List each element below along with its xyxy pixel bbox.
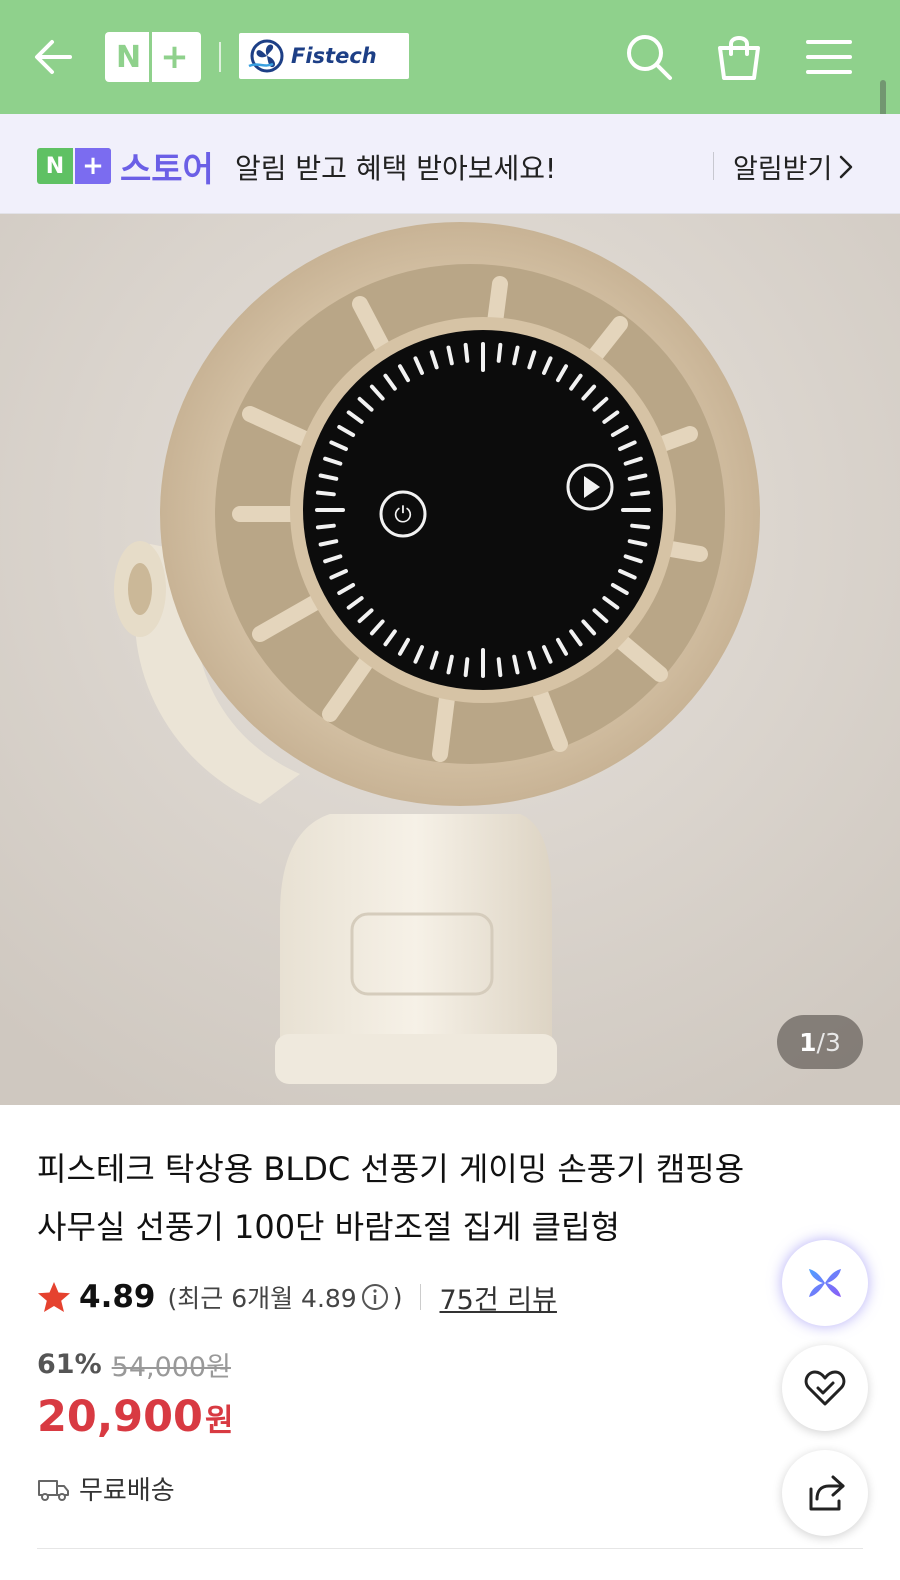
logo-n: N	[115, 39, 142, 75]
ai-assistant-button[interactable]	[782, 1240, 868, 1326]
cart-button[interactable]	[712, 30, 766, 84]
product-title: 피스테크 탁상용 BLDC 선풍기 게이밍 손풍기 캠핑용 사무실 선풍기 10…	[37, 1140, 797, 1256]
store-badge: N +	[37, 148, 111, 184]
currency-unit: 원	[204, 1403, 234, 1439]
top-header: N + Fistech	[0, 0, 900, 114]
recent-rating-close: )	[392, 1282, 403, 1312]
share-icon	[809, 1475, 845, 1511]
dial-tick	[496, 342, 503, 363]
header-divider	[219, 42, 221, 72]
share-button[interactable]	[782, 1450, 868, 1536]
product-title-line-2: 사무실 선풍기 100단 바람조절 집게 클립형	[37, 1208, 620, 1246]
dial-tick	[630, 523, 651, 530]
arrow-left-icon	[35, 40, 72, 74]
chevron-right-icon	[840, 155, 853, 178]
shipping-info: 무료배송	[37, 1470, 175, 1507]
recent-rating-label: (최근 6개월 4.89	[167, 1284, 357, 1313]
rating-divider	[420, 1284, 422, 1310]
svg-text:⏻: ⏻	[394, 503, 411, 528]
brand-logo-text: Fistech	[291, 44, 377, 68]
section-divider	[37, 1548, 863, 1549]
rating-row: 4.89 (최근 6개월 4.89 ) 75건 리뷰	[37, 1276, 557, 1318]
heart-check-icon	[804, 1370, 846, 1406]
dial-tick	[315, 490, 336, 497]
subscribe-alert-label: 알림받기	[733, 154, 833, 185]
store-badge-plus: +	[75, 148, 111, 184]
store-badge-n: N	[45, 153, 65, 179]
discount-row: 61% 54,000원	[37, 1345, 231, 1384]
shopping-bag-icon	[718, 36, 760, 80]
ai-assistant-icon	[809, 1269, 841, 1297]
sale-price: 20,900 원	[37, 1392, 233, 1442]
fan-product-illustration: ⏻	[0, 214, 900, 1105]
rating-score: 4.89	[79, 1279, 156, 1315]
fan-logo-icon	[248, 39, 284, 73]
image-total-count: /3	[816, 1027, 841, 1057]
star-icon	[38, 1282, 70, 1312]
image-page-counter: 1 /3	[777, 1015, 863, 1069]
search-button[interactable]	[622, 30, 676, 84]
truck-icon	[38, 1479, 69, 1501]
back-button[interactable]	[30, 34, 80, 80]
dial-tick	[463, 342, 470, 363]
notice-message: 알림 받고 혜택 받아보세요!	[235, 152, 557, 185]
search-icon	[627, 35, 672, 80]
product-title-line-1: 피스테크 탁상용 BLDC 선풍기 게이밍 손풍기 캠핑용	[37, 1150, 745, 1188]
subscribe-alert-button[interactable]: 알림받기	[733, 147, 854, 186]
dial-tick	[630, 490, 651, 497]
shipping-label: 무료배송	[79, 1476, 175, 1506]
dial-tick	[496, 657, 503, 678]
notice-divider	[713, 152, 714, 180]
hamburger-menu-icon	[806, 40, 852, 74]
original-price: 54,000원	[111, 1352, 231, 1383]
naver-plus-logo[interactable]: N +	[105, 32, 201, 82]
store-notice-bar: N + 스토어 알림 받고 혜택 받아보세요! 알림받기	[0, 114, 900, 214]
dial-tick	[463, 657, 470, 678]
sale-price-value: 20,900	[37, 1392, 203, 1442]
menu-button[interactable]	[802, 30, 856, 84]
store-label: 스토어	[120, 150, 214, 190]
review-count-link[interactable]: 75건 리뷰	[439, 1278, 556, 1317]
brand-logo[interactable]: Fistech	[239, 33, 409, 79]
logo-plus: +	[160, 37, 189, 77]
recent-rating: (최근 6개월 4.89 )	[168, 1279, 403, 1315]
like-button[interactable]	[782, 1345, 868, 1431]
dial-tick	[315, 523, 336, 530]
image-current-index: 1	[799, 1027, 817, 1057]
discount-rate: 61%	[37, 1349, 102, 1380]
product-image[interactable]: ⏻	[0, 214, 900, 1105]
info-icon[interactable]	[361, 1283, 389, 1311]
